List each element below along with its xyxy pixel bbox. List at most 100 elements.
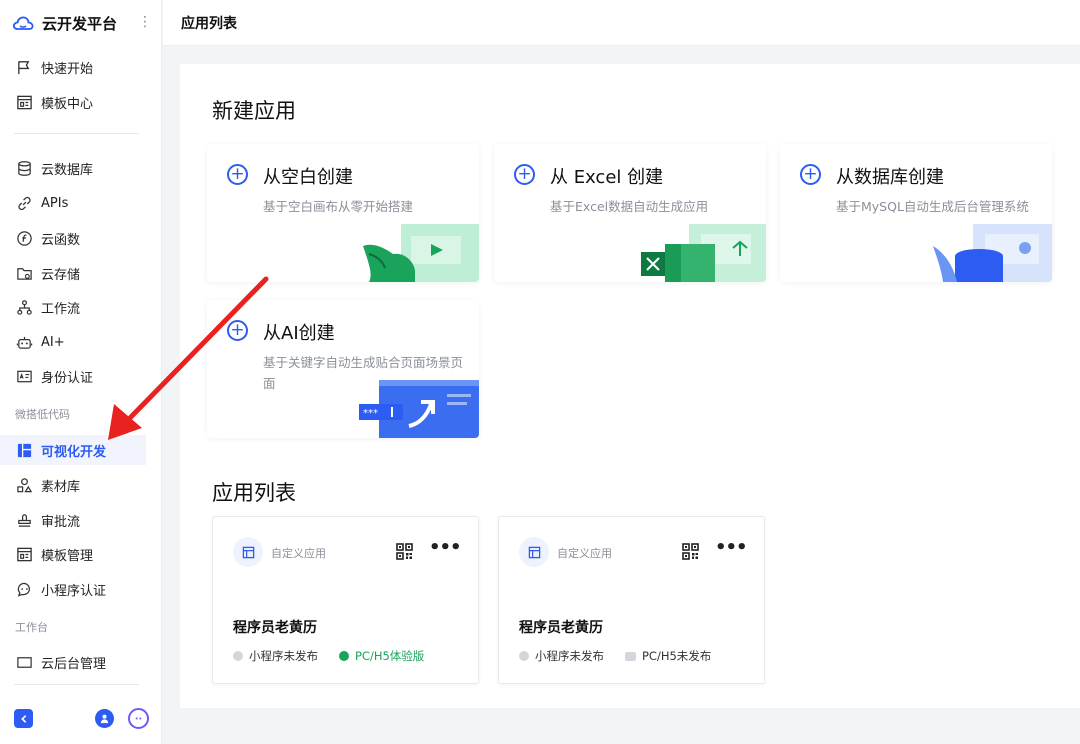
plus-circle-icon: + [514,164,535,185]
user-avatar-button[interactable] [95,709,114,728]
user-icon [100,714,109,724]
sidebar-item-approval[interactable]: 审批流 [0,505,146,535]
status-text: PC/H5体验版 [355,649,425,663]
sidebar-item-label: 工作流 [41,301,81,317]
sidebar-item-label: APIs [41,195,69,211]
assistant-icon [135,717,142,720]
cloud-logo-icon [12,16,34,30]
sidebar-item-ai[interactable]: AI+ [0,327,146,357]
status-text: 小程序未发布 [249,649,318,663]
create-from-ai-card[interactable]: + 从AI创建 基于关键字自动生成贴合页面场景页面 *** [207,300,479,438]
app-type-label: 自定义应用 [271,547,326,560]
brand-title: 云开发平台 [42,14,118,33]
sidebar-item-storage[interactable]: 云存储 [0,258,146,288]
plus-circle-icon: + [227,164,248,185]
qr-code-icon[interactable] [396,543,413,560]
main-panel: 新建应用 + 从空白创建 基于空白画布从零开始搭建 + 从 Excel 创建 基… [180,64,1080,708]
more-horizontal-icon[interactable]: ••• [715,539,748,557]
folder-icon [15,264,33,282]
app-layout-icon [233,537,263,567]
status-text: PC/H5未发布 [642,649,712,663]
divider [14,684,139,685]
monitor-icon [15,653,33,671]
sidebar-item-template-center[interactable]: 模板中心 [0,87,146,117]
section-label-workbench: 工作台 [15,621,48,634]
sidebar-item-label: 云数据库 [41,162,94,178]
sidebar-item-label: 小程序认证 [41,583,107,599]
create-blank-card[interactable]: + 从空白创建 基于空白画布从零开始搭建 [207,144,479,282]
plus-circle-icon: + [800,164,821,185]
sidebar-item-quickstart[interactable]: 快速开始 [0,52,146,82]
new-app-heading: 新建应用 [212,99,296,123]
web-status: PC/H5未发布 [625,648,711,664]
check-circle-icon [339,651,349,661]
app-card[interactable]: 自定义应用 ••• 程序员老黄历 小程序未发布 PC/H5未发布 [498,516,765,684]
status-text: 小程序未发布 [535,649,604,663]
sidebar-item-label: 身份认证 [41,370,94,386]
excel-illustration [641,224,766,282]
status-dot-icon [233,651,243,661]
brand[interactable]: 云开发平台 [12,12,117,34]
app-layout-icon [519,537,549,567]
flag-icon [15,58,33,76]
id-card-icon [15,367,33,385]
sidebar-item-apis[interactable]: APIs [0,188,146,218]
chevron-left-icon [20,714,26,723]
database-illustration [933,224,1052,282]
section-label-lowcode: 微搭低代码 [15,408,70,421]
function-icon [15,229,33,247]
card-description: 基于Excel数据自动生成应用 [550,199,709,214]
database-icon [15,159,33,177]
blank-canvas-illustration [363,224,479,282]
create-from-excel-card[interactable]: + 从 Excel 创建 基于Excel数据自动生成应用 [494,144,766,282]
app-list-heading: 应用列表 [212,481,296,505]
miniprogram-status: 小程序未发布 [519,648,604,664]
sidebar-item-auth[interactable]: 身份认证 [0,361,146,391]
sidebar-item-functions[interactable]: 云函数 [0,223,146,253]
sidebar-item-visual-dev[interactable]: 可视化开发 [0,435,146,465]
link-icon [15,194,33,212]
sidebar-item-label: 云存储 [41,267,81,283]
page-title: 应用列表 [181,16,237,32]
sidebar-item-label: 快速开始 [41,61,94,77]
sidebar-item-label: 云后台管理 [41,656,107,672]
sidebar-item-database[interactable]: 云数据库 [0,153,146,183]
layout-icon [15,441,33,459]
sidebar-item-assets[interactable]: 素材库 [0,470,146,500]
sidebar-item-label: 可视化开发 [41,444,107,460]
shapes-icon [15,476,33,494]
sidebar-item-label: AI+ [41,334,65,350]
status-dot-icon [519,651,529,661]
collapse-sidebar-button[interactable] [14,709,33,728]
card-description: 基于MySQL自动生成后台管理系统 [836,199,1029,214]
stamp-icon [15,511,33,529]
miniprogram-status: 小程序未发布 [233,648,318,664]
template-icon [15,545,33,563]
card-title: 从数据库创建 [836,167,944,188]
sidebar-item-label: 模板管理 [41,548,94,564]
chat-icon [15,580,33,598]
more-horizontal-icon[interactable]: ••• [429,539,462,557]
sidebar-footer [0,700,162,736]
app-name: 程序员老黄历 [233,620,317,636]
sidebar-item-cloud-admin[interactable]: 云后台管理 [0,647,146,677]
app-name: 程序员老黄历 [519,620,603,636]
sidebar-item-label: 模板中心 [41,96,94,112]
sidebar-item-label: 审批流 [41,514,81,530]
app-card[interactable]: 自定义应用 ••• 程序员老黄历 小程序未发布 PC/H5体验版 [212,516,479,684]
sidebar-item-template-manage[interactable]: 模板管理 [0,539,146,569]
sidebar-item-label: 素材库 [41,479,81,495]
sidebar-item-label: 云函数 [41,232,81,248]
sidebar-item-workflow[interactable]: 工作流 [0,292,146,322]
more-vertical-icon[interactable]: ⋮ [138,12,152,32]
qr-code-icon[interactable] [682,543,699,560]
card-title: 从 Excel 创建 [550,167,664,188]
svg-text:***: *** [363,408,378,419]
assistant-button[interactable] [128,708,149,729]
sidebar: 云开发平台 ⋮ 快速开始 模板中心 云数据库 APIs 云函数 云存储 工作流 … [0,0,162,744]
ai-illustration: *** [359,380,479,438]
sidebar-item-miniprogram-auth[interactable]: 小程序认证 [0,574,146,604]
create-from-database-card[interactable]: + 从数据库创建 基于MySQL自动生成后台管理系统 [780,144,1052,282]
robot-icon [15,333,33,351]
template-icon [15,93,33,111]
